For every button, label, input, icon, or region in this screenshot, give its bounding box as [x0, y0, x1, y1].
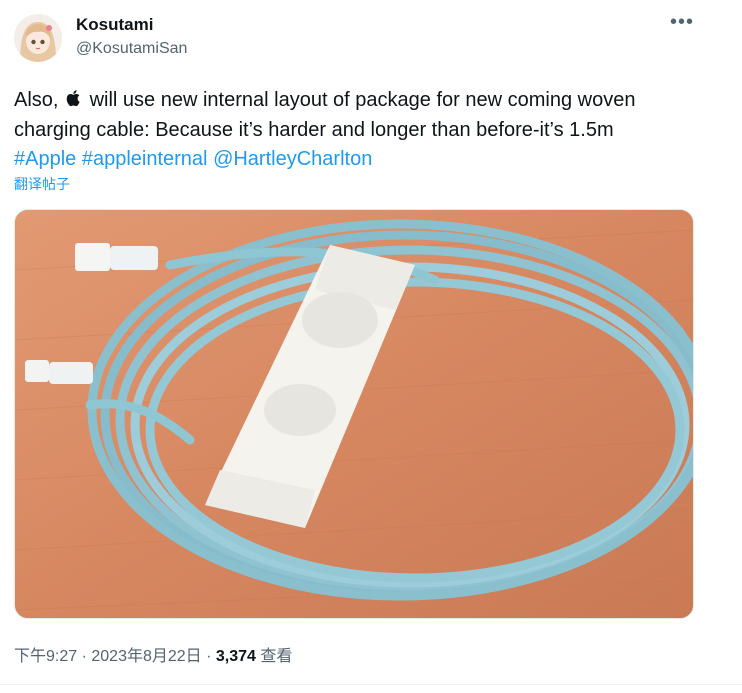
- more-options-icon[interactable]: •••: [670, 12, 694, 32]
- translate-post-link[interactable]: 翻译帖子: [14, 174, 70, 194]
- hashtag-apple[interactable]: #Apple: [14, 148, 76, 170]
- tweet-text-cont: will use new internal layout of package …: [89, 89, 636, 111]
- meta-separator: ·: [201, 648, 216, 665]
- tweet-line-1: Also, will use new internal layout of pa…: [14, 86, 714, 116]
- avatar[interactable]: [14, 14, 62, 62]
- mention-hartleycharlton[interactable]: @HartleyCharlton: [213, 148, 372, 170]
- tweet-line-3: #Apple #appleinternal @HartleyCharlton: [14, 145, 714, 174]
- tweet-meta: 下午9:27 · 2023年8月22日 · 3,374 查看: [14, 642, 292, 666]
- view-count: 3,374: [215, 648, 256, 665]
- tweet-date[interactable]: 2023年8月22日: [91, 648, 201, 665]
- cable-photo-image: [15, 210, 693, 618]
- views-label: 查看: [260, 648, 293, 665]
- tweet-line-2: charging cable: Because it’s harder and …: [14, 119, 614, 141]
- divider: [0, 684, 742, 685]
- tweet-text: Also, will use new internal layout of pa…: [14, 86, 714, 174]
- tweet-time[interactable]: 下午9:27: [14, 648, 77, 665]
- apple-logo-icon: [66, 87, 82, 116]
- tweet-text-start: Also,: [14, 89, 59, 111]
- meta-separator: ·: [77, 648, 92, 665]
- tweet-photo[interactable]: [14, 209, 694, 619]
- hashtag-appleinternal[interactable]: #appleinternal: [82, 148, 208, 170]
- anime-avatar-icon: [14, 14, 62, 62]
- author-name[interactable]: Kosutami: [76, 15, 153, 35]
- author-handle[interactable]: @KosutamiSan: [76, 40, 187, 58]
